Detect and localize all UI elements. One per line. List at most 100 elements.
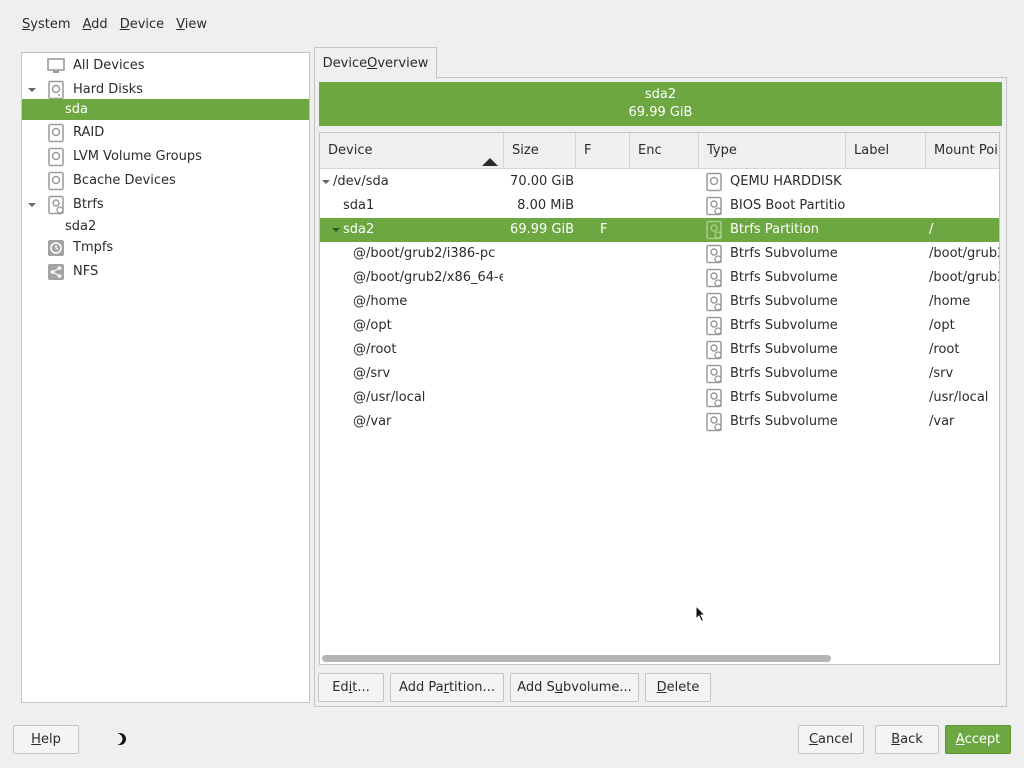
tree-item-lvm-volume-groups[interactable]: LVM Volume Groups [22,145,309,168]
accept-button[interactable]: Accept [945,725,1011,754]
tree-item-hard-disks[interactable]: Hard Disks [22,78,309,101]
cell-type: Btrfs Subvolume [730,294,838,309]
cell-device: @/opt [353,318,392,333]
table-row[interactable]: @/home Btrfs Subvolume /home [320,290,999,314]
cell-type: BIOS Boot Partition [730,198,846,213]
table-row[interactable]: @/usr/local Btrfs Subvolume /usr/local [320,386,999,410]
device-table[interactable]: Device Size F Enc Type Label Mount Point… [319,132,1000,665]
edit-button[interactable]: Ed i t... [318,673,384,702]
subvolume-icon [704,292,724,312]
tree-item-all-devices[interactable]: All Devices [22,54,309,77]
delete-button[interactable]: Delete [645,673,711,702]
device-tree[interactable]: All Devices Hard Disks sda RAID LVM Volu… [21,52,310,703]
subvolume-icon [704,364,724,384]
cell-type: Btrfs Subvolume [730,270,838,285]
column-header-type[interactable]: Type [699,133,846,169]
cell-type: Btrfs Subvolume [730,342,838,357]
device-name: sda2 [644,87,677,102]
cell-mount-point: /usr/local [929,390,989,405]
cell-mount-point: /boot/grub2/x86_64-efi [929,270,1000,285]
tree-item-btrfs[interactable]: Btrfs [22,193,309,216]
table-row[interactable]: @/root Btrfs Subvolume /root [320,338,999,362]
clock-icon [46,238,66,258]
add-subvolume-button[interactable]: Add Su bvolume... [510,673,639,702]
expanded-arrow-icon[interactable] [27,85,37,95]
cell-device: /dev/sda [333,174,389,189]
cell-type: Btrfs Subvolume [730,366,838,381]
column-header-size[interactable]: Size [504,133,576,169]
table-row[interactable]: sda1 8.00 MiB BIOS Boot Partition [320,194,999,218]
subvolume-icon [704,268,724,288]
share-icon [46,262,66,282]
subvolume-icon [704,412,724,432]
column-header-device[interactable]: Device [320,133,504,169]
tree-item-sda2[interactable]: sda2 [22,215,309,238]
table-row[interactable]: @/var Btrfs Subvolume /var [320,410,999,434]
menu-device[interactable]: Device [114,14,170,36]
column-header-label[interactable]: Label [846,133,926,169]
hard-disk-icon [46,171,66,191]
table-row[interactable]: @/opt Btrfs Subvolume /opt [320,314,999,338]
hard-disk-icon [46,80,66,100]
partition-icon [704,196,724,216]
cell-format [585,170,625,194]
btrfs-partition-icon [704,220,724,240]
subvolume-icon [704,316,724,336]
hard-disk-icon [704,172,724,192]
device-summary-bar: sda2 69.99 GiB [319,82,1002,126]
expanded-arrow-icon[interactable] [27,200,37,210]
cell-size: 70.00 GiB [510,174,574,189]
cell-device: @/boot/grub2/i386-pc [353,246,496,261]
device-size: 69.99 GiB [628,105,693,120]
menu-add[interactable]: Add [77,14,114,36]
subvolume-icon [704,244,724,264]
cancel-button[interactable]: Cancel [798,725,864,754]
expanded-arrow-icon[interactable] [331,225,341,235]
table-row-selected[interactable]: sda2 69.99 GiB F Btrfs Partition / [320,218,999,242]
menu-view[interactable]: View [170,14,213,36]
help-button[interactable]: Help [13,725,79,754]
cell-size: 8.00 MiB [517,198,574,213]
cell-type: QEMU HARDDISK [730,174,842,189]
column-header-format[interactable]: F [576,133,630,169]
table-row[interactable]: @/srv Btrfs Subvolume /srv [320,362,999,386]
hard-disk-icon [46,123,66,143]
cell-mount-point: /root [929,342,960,357]
table-header: Device Size F Enc Type Label Mount Point [320,133,999,169]
cell-mount-point: /var [929,414,955,429]
cell-mount-point [929,170,999,194]
cell-device: sda2 [343,222,375,237]
horizontal-scrollbar-thumb[interactable] [322,655,831,662]
column-header-mount-point[interactable]: Mount Point [926,133,999,169]
sort-ascending-icon [481,146,499,169]
cell-mount-point: /boot/grub2/i386-pc [929,246,999,261]
tree-item-tmpfs[interactable]: Tmpfs [22,236,309,259]
cell-mount-point [929,194,999,218]
cell-device: @/boot/grub2/x86_64-efi [353,270,503,285]
column-header-encryption[interactable]: Enc [630,133,699,169]
tree-item-nfs[interactable]: NFS [22,260,309,283]
tab-device-overview[interactable]: Device Overview [314,47,437,78]
monitor-icon [46,56,66,76]
expanded-arrow-icon[interactable] [321,177,331,187]
tree-item-sda[interactable]: sda [22,99,309,120]
btrfs-icon [46,195,66,215]
cell-device: sda1 [343,198,375,213]
tree-item-raid[interactable]: RAID [22,121,309,144]
table-row[interactable]: @/boot/grub2/x86_64-efi Btrfs Subvolume … [320,266,1000,290]
back-button[interactable]: Back [875,725,939,754]
table-row[interactable]: @/boot/grub2/i386-pc Btrfs Subvolume /bo… [320,242,999,266]
table-row[interactable]: /dev/sda 70.00 GiB QEMU HARDDISK [320,170,999,194]
add-partition-button[interactable]: Add Pa r tition... [390,673,504,702]
tree-label: All Devices [73,58,145,73]
cell-mount-point: /home [929,294,971,309]
tree-item-bcache-devices[interactable]: Bcache Devices [22,169,309,192]
cell-type: Btrfs Subvolume [730,246,838,261]
cell-type: Btrfs Subvolume [730,318,838,333]
tree-label: sda2 [65,219,97,234]
theme-toggle-moon-icon[interactable] [111,731,128,747]
tree-label: NFS [73,264,99,279]
tree-label: LVM Volume Groups [73,149,202,164]
cell-mount-point: / [929,222,934,237]
menu-system[interactable]: System [16,14,77,36]
